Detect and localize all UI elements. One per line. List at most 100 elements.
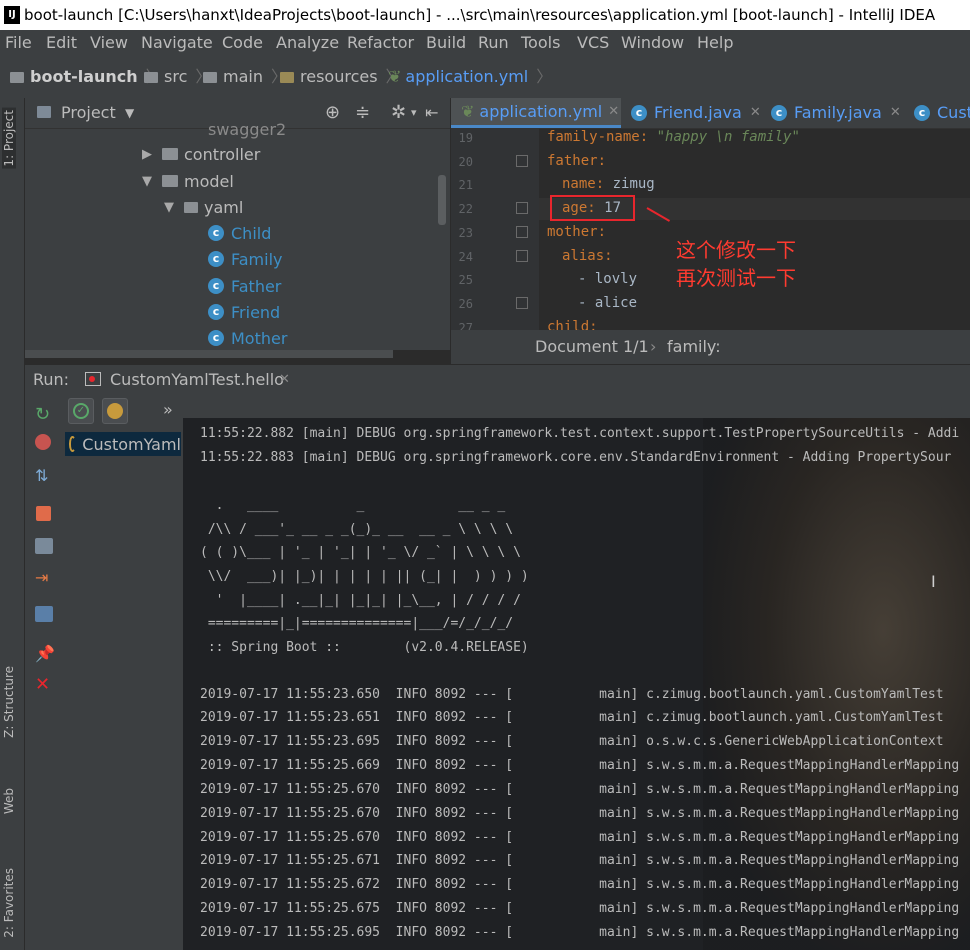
- fold-marker-icon[interactable]: [516, 202, 528, 214]
- run-panel-header: Run: CustomYamlTest.hello ✕: [25, 364, 970, 395]
- console-line: ' |____| .__|_| |_|_| |_\__, | / / / /: [200, 593, 521, 608]
- fold-marker-icon[interactable]: [516, 155, 528, 167]
- project-view-selector[interactable]: Project: [61, 98, 116, 128]
- breadcrumb-separator: 〉: [536, 67, 553, 86]
- tree-item-model[interactable]: ▼ model: [142, 168, 234, 194]
- code-line-21: name: zimug: [562, 176, 655, 192]
- fold-marker-icon[interactable]: [516, 226, 528, 238]
- tab-application-yml[interactable]: ❦ application.yml ✕: [451, 98, 621, 128]
- hide-panel-icon[interactable]: ⇤: [425, 98, 438, 128]
- close-icon[interactable]: ✕: [890, 98, 901, 128]
- tab-family-java[interactable]: c Family.java ✕: [771, 98, 901, 128]
- menu-build[interactable]: Build: [426, 30, 466, 56]
- code-line-25: - lovly: [578, 271, 637, 287]
- locate-icon[interactable]: ⊕: [325, 98, 340, 128]
- tree-label: yaml: [204, 197, 244, 217]
- tree-item-mother[interactable]: c Mother: [208, 325, 287, 351]
- breadcrumb-label: resources: [300, 67, 378, 86]
- menu-window[interactable]: Window: [621, 30, 684, 56]
- gear-icon[interactable]: ✲: [391, 98, 406, 128]
- chevron-down-icon[interactable]: ▼: [164, 200, 174, 215]
- console-line: 2019-07-17 11:55:25.670 INFO 8092 --- [ …: [200, 782, 960, 797]
- code-line-20: father:: [547, 153, 606, 169]
- project-tool-tab[interactable]: 1: Project: [2, 108, 16, 169]
- console-line: 2019-07-17 11:55:25.669 INFO 8092 --- [ …: [200, 758, 960, 773]
- class-icon: c: [208, 251, 224, 267]
- tree-item-yaml[interactable]: ▼ yaml: [164, 194, 243, 220]
- tree-item-controller[interactable]: ▶ controller: [142, 141, 260, 167]
- tab-run-config[interactable]: CustomYamlTest.hello: [110, 365, 284, 395]
- tree-label: Family: [231, 249, 283, 269]
- yaml-path-crumb[interactable]: family:: [667, 330, 721, 364]
- show-ignored-button[interactable]: [102, 398, 128, 424]
- run-label: Run:: [33, 370, 70, 389]
- menu-file[interactable]: File: [5, 30, 32, 56]
- fold-marker-icon[interactable]: [516, 297, 528, 309]
- menu-analyze[interactable]: Analyze: [276, 30, 339, 56]
- close-icon[interactable]: ✕: [279, 365, 290, 395]
- rerun-failed-icon[interactable]: [35, 434, 51, 450]
- menu-tools[interactable]: Tools: [521, 30, 560, 56]
- tree-item-family[interactable]: c Family: [208, 246, 282, 272]
- camera-icon[interactable]: [35, 538, 53, 554]
- fold-marker-icon[interactable]: [516, 250, 528, 262]
- stop-icon[interactable]: [36, 506, 51, 521]
- menu-view[interactable]: View: [90, 30, 128, 56]
- line-number: 20: [458, 155, 473, 169]
- breadcrumb-src[interactable]: src 〉: [144, 56, 211, 98]
- breadcrumb-file[interactable]: ❦ application.yml 〉: [388, 56, 552, 98]
- menu-refactor[interactable]: Refactor: [347, 30, 414, 56]
- console-line: =========|_|==============|___/=/_/_/_/: [200, 616, 514, 631]
- tab-friend-java[interactable]: c Friend.java ✕: [631, 98, 761, 128]
- menu-navigate[interactable]: Navigate: [141, 30, 213, 56]
- breadcrumb-main[interactable]: main 〉: [203, 56, 287, 98]
- package-icon: [162, 148, 178, 160]
- code-line-24: alias:: [562, 248, 613, 264]
- toggle-autotest-icon[interactable]: ⇅: [35, 466, 53, 485]
- chevron-down-icon[interactable]: ▾: [411, 98, 417, 128]
- show-passed-button[interactable]: ✓: [68, 398, 94, 424]
- chevron-down-icon[interactable]: ▼: [142, 174, 152, 189]
- more-icon[interactable]: »: [163, 400, 173, 419]
- menu-edit[interactable]: Edit: [46, 30, 77, 56]
- tree-item-friend[interactable]: c Friend: [208, 299, 280, 325]
- chevron-down-icon[interactable]: ▼: [125, 98, 134, 128]
- menu-vcs[interactable]: VCS: [577, 30, 609, 56]
- tab-custom[interactable]: c Cust: [914, 98, 970, 128]
- export-icon[interactable]: ⇥: [35, 568, 53, 587]
- menu-help[interactable]: Help: [697, 30, 733, 56]
- collapse-all-icon[interactable]: ≑: [355, 98, 370, 128]
- tree-label: Father: [231, 276, 282, 296]
- yaml-value: "happy \n family": [656, 129, 800, 145]
- close-icon[interactable]: ✕: [750, 98, 761, 128]
- test-tree-item[interactable]: CustomYaml: [65, 432, 181, 456]
- text-cursor-icon: I: [931, 572, 936, 591]
- structure-tool-tab[interactable]: Z: Structure: [2, 666, 16, 738]
- close-icon[interactable]: ✕: [608, 97, 619, 127]
- pin-icon[interactable]: 📌: [35, 644, 55, 663]
- menu-run[interactable]: Run: [478, 30, 509, 56]
- breadcrumb-project[interactable]: boot-launch 〉: [10, 56, 162, 98]
- favorites-tool-tab[interactable]: 2: Favorites: [2, 868, 16, 938]
- console-line: 2019-07-17 11:55:25.672 INFO 8092 --- [ …: [200, 877, 960, 892]
- resources-folder-icon: [280, 71, 294, 83]
- project-scrollbar[interactable]: [438, 175, 446, 225]
- project-horizontal-scrollbar[interactable]: [25, 350, 393, 358]
- tree-item-child[interactable]: c Child: [208, 220, 271, 246]
- package-icon: [162, 175, 178, 187]
- tree-item-swagger2[interactable]: swagger2: [208, 116, 286, 142]
- breadcrumb-resources[interactable]: resources 〉: [280, 56, 402, 98]
- console-line: 2019-07-17 11:55:25.675 INFO 8092 --- [ …: [200, 901, 960, 916]
- document-indicator[interactable]: Document 1/1: [535, 330, 649, 364]
- class-icon: c: [914, 105, 930, 121]
- web-tool-tab[interactable]: Web: [2, 788, 16, 814]
- rerun-icon[interactable]: ↻: [35, 404, 53, 425]
- layout-icon[interactable]: [35, 606, 53, 622]
- tree-item-father[interactable]: c Father: [208, 273, 281, 299]
- chevron-right-icon[interactable]: ▶: [142, 147, 152, 162]
- close-icon[interactable]: ✕: [35, 674, 53, 695]
- breadcrumb-label: main: [223, 67, 263, 86]
- console-output[interactable]: 11:55:22.882 [main] DEBUG org.springfram…: [183, 418, 970, 950]
- line-number: 23: [458, 226, 473, 240]
- menu-code[interactable]: Code: [222, 30, 263, 56]
